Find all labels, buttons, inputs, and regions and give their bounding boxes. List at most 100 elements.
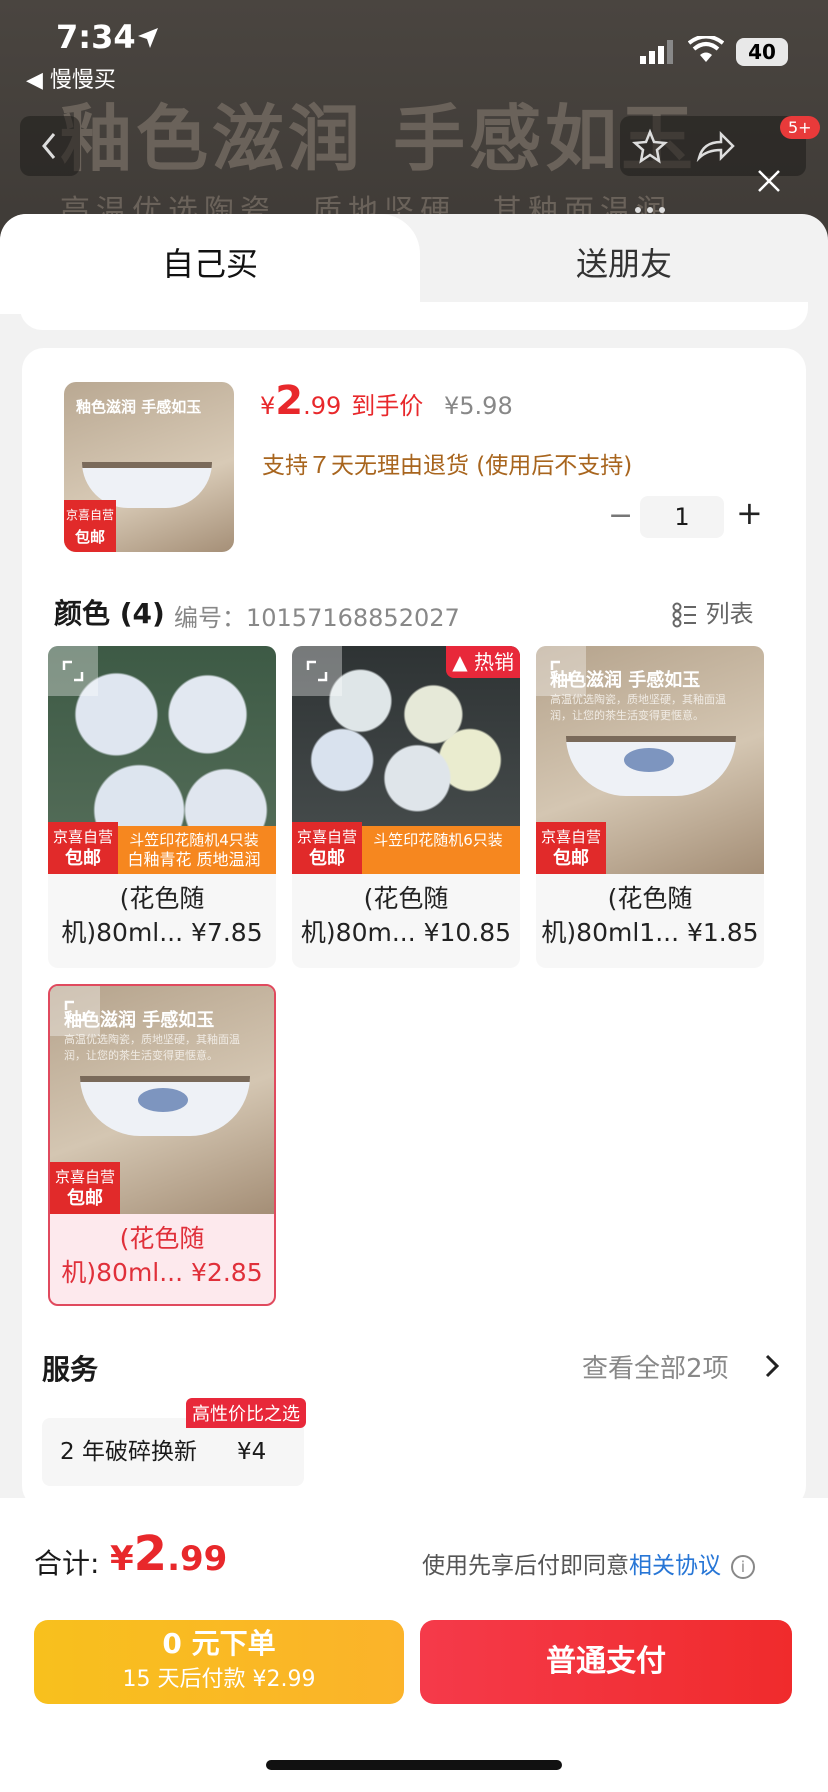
option-label: (花色随机)80m... ¥10.85 bbox=[292, 882, 520, 950]
color-option-selected[interactable]: 釉色滋润 手感如玉 高温优选陶瓷，质地坚硬，其釉面温润，让您的茶生活变得更惬意。… bbox=[48, 984, 276, 1306]
product-thumbnail[interactable]: 釉色滋润 手感如玉 京喜自营包邮 bbox=[64, 382, 234, 552]
total-label: 合计: bbox=[34, 1547, 100, 1580]
jd-badge-free: 包邮 bbox=[74, 528, 105, 546]
jd-badge-free: 包邮 bbox=[67, 1188, 103, 1209]
price-label: 到手价 bbox=[351, 392, 424, 420]
agreement-notice: 使用先享后付即同意相关协议 i bbox=[422, 1546, 755, 1580]
jd-badge-label: 京喜自营 bbox=[52, 828, 113, 846]
list-label: 列表 bbox=[705, 600, 754, 628]
battery-indicator: 40 bbox=[736, 38, 788, 66]
info-icon[interactable]: i bbox=[731, 1554, 755, 1579]
back-button[interactable] bbox=[20, 116, 80, 176]
list-view-toggle[interactable]: 列表 bbox=[672, 594, 754, 629]
close-icon[interactable] bbox=[754, 166, 784, 196]
jd-badge-free: 包邮 bbox=[553, 848, 589, 869]
option-line-1: (花色随 bbox=[119, 1224, 205, 1253]
expand-icon[interactable] bbox=[48, 646, 98, 696]
fish-graphic bbox=[138, 1088, 188, 1112]
option-promo-strip: 斗笠印花随机4只装 白釉青花 质地温润 bbox=[112, 826, 276, 874]
service-label: 2 年破碎换新 bbox=[60, 1439, 197, 1465]
option-line-1: (花色随 bbox=[363, 884, 449, 913]
services-header: 服务 bbox=[42, 1353, 99, 1386]
quantity-input[interactable]: 1 bbox=[640, 496, 724, 538]
option-image-subtitle: 高温优选陶瓷，质地坚硬，其釉面温润，让您的茶生活变得更惬意。 bbox=[64, 1033, 240, 1062]
price-currency: ¥ bbox=[260, 392, 276, 420]
original-price: ¥5.98 bbox=[444, 392, 513, 420]
jd-badge: 京喜自营 包邮 bbox=[292, 822, 362, 874]
signal-icon bbox=[640, 40, 673, 64]
expand-icon[interactable] bbox=[50, 986, 100, 1036]
option-line-2: 机)80m... ¥10.85 bbox=[300, 918, 512, 947]
jd-badge: 京喜自营 包邮 bbox=[48, 822, 118, 874]
jd-badge-label: 京喜自营 bbox=[296, 828, 357, 846]
quantity-decrease-button[interactable]: − bbox=[608, 498, 633, 533]
total-currency: ¥ bbox=[110, 1539, 134, 1579]
option-label: (花色随机)80ml1... ¥1.85 bbox=[536, 882, 764, 950]
agreement-link[interactable]: 相关协议 bbox=[629, 1553, 721, 1579]
pay-later-line-2: 15 天后付款 ¥2.99 bbox=[122, 1667, 316, 1692]
list-icon bbox=[672, 602, 696, 628]
tab-underpanel bbox=[20, 302, 808, 330]
thumbnail-title: 釉色滋润 手感如玉 bbox=[76, 398, 202, 416]
pay-later-line-1: 0 元下单 bbox=[162, 1627, 276, 1660]
flame-icon: ▲ bbox=[452, 650, 468, 674]
option-line-1: (花色随 bbox=[119, 884, 205, 913]
color-option[interactable]: ▲ 热销 斗笠印花随机6只装 京喜自营包邮 (花色随机)80m... ¥10.8… bbox=[292, 646, 520, 968]
option-label: (花色随 机)80ml... ¥2.85 bbox=[50, 1222, 274, 1290]
tab-own[interactable]: 自己买 bbox=[0, 214, 420, 314]
quantity-increase-button[interactable]: + bbox=[736, 494, 763, 532]
checkout-footer: 合计: ¥2.99 使用先享后付即同意相关协议 i 0 元下单 15 天后付款 ¥2… bbox=[0, 1498, 828, 1792]
price-int: 2 bbox=[275, 378, 304, 424]
back-to-app-link[interactable]: ◀ 慢慢买 bbox=[26, 62, 116, 94]
pay-later-button[interactable]: 0 元下单 15 天后付款 ¥2.99 bbox=[34, 1620, 404, 1704]
hot-sale-badge: ▲ 热销 bbox=[446, 646, 520, 678]
service-option[interactable]: 2 年破碎换新 ¥4 bbox=[42, 1418, 304, 1486]
hot-label: 热销 bbox=[474, 650, 514, 674]
chevron-left-icon bbox=[42, 133, 56, 159]
agreement-text: 使用先享后付即同意 bbox=[422, 1553, 629, 1579]
option-line-1: (花色随 bbox=[607, 884, 693, 913]
color-option[interactable]: 釉色滋润 手感如玉 高温优选陶瓷，质地坚硬，其釉面温润，让您的茶生活变得更惬意。… bbox=[536, 646, 764, 968]
return-policy: 支持７天无理由退货 (使用后不支持) bbox=[262, 453, 633, 479]
promo-line-1: 斗笠印花随机6只装 bbox=[373, 831, 503, 849]
share-icon[interactable] bbox=[685, 116, 745, 176]
promo-line-2: 白釉青花 质地温润 bbox=[127, 850, 261, 869]
price-dec: .99 bbox=[303, 392, 342, 420]
deal-price: ¥2.99 到手价 bbox=[260, 378, 423, 424]
jd-badge-free: 包邮 bbox=[65, 848, 101, 869]
option-line-2: 机)80ml1... ¥1.85 bbox=[541, 918, 759, 947]
status-time: 7:34 bbox=[56, 18, 136, 56]
jd-badge-label: 京喜自营 bbox=[65, 508, 114, 522]
fish-graphic bbox=[624, 748, 674, 772]
option-label: (花色随机)80ml... ¥7.85 bbox=[48, 882, 276, 950]
option-line-2: 机)80ml... ¥7.85 bbox=[61, 918, 263, 947]
expand-icon[interactable] bbox=[292, 646, 342, 696]
purchase-tabs: 送朋友 自己买 bbox=[0, 214, 828, 314]
wifi-icon bbox=[688, 36, 724, 62]
service-price: ¥4 bbox=[236, 1439, 267, 1465]
jd-badge: 京喜自营 包邮 bbox=[536, 822, 606, 874]
total-price: ¥2.99 bbox=[110, 1526, 227, 1582]
jd-badge-label: 京喜自营 bbox=[54, 1168, 115, 1186]
pay-now-button[interactable]: 普通支付 bbox=[420, 1620, 792, 1704]
services-view-all[interactable]: 查看全部2项 bbox=[582, 1348, 729, 1385]
sku-number: 编号：10157168852027 bbox=[174, 604, 460, 632]
jd-badge: 京喜自营 包邮 bbox=[50, 1162, 120, 1214]
option-image-subtitle: 高温优选陶瓷，质地坚硬，其釉面温润，让您的茶生活变得更惬意。 bbox=[550, 693, 726, 722]
total-int: 2 bbox=[133, 1526, 168, 1582]
product-card: 釉色滋润 手感如玉 京喜自营 包邮 ¥2.99 到手价 ¥5.98 支持７天无理由退… bbox=[22, 348, 806, 1508]
service-tag: 高性价比之选 bbox=[186, 1398, 306, 1428]
notification-badge: 5+ bbox=[780, 116, 820, 139]
expand-icon[interactable] bbox=[536, 646, 586, 696]
option-promo-strip: 斗笠印花随机6只装 bbox=[356, 826, 520, 874]
promo-line-1: 斗笠印花随机4只装 bbox=[129, 831, 259, 849]
location-arrow-icon bbox=[138, 28, 158, 48]
backdrop-title: 釉色滋润 手感如玉 bbox=[60, 97, 698, 181]
jd-badge-label: 京喜自营 bbox=[540, 828, 601, 846]
color-option[interactable]: 斗笠印花随机4只装 白釉青花 质地温润 京喜自营包邮 (花色随机)80ml... … bbox=[48, 646, 276, 968]
color-header: 颜色 (4) bbox=[54, 597, 165, 630]
star-icon[interactable] bbox=[620, 116, 680, 176]
jd-badge-free: 包邮 bbox=[309, 848, 345, 869]
tab-gift[interactable]: 送朋友 bbox=[420, 214, 828, 314]
chevron-right-icon[interactable] bbox=[762, 1352, 782, 1380]
